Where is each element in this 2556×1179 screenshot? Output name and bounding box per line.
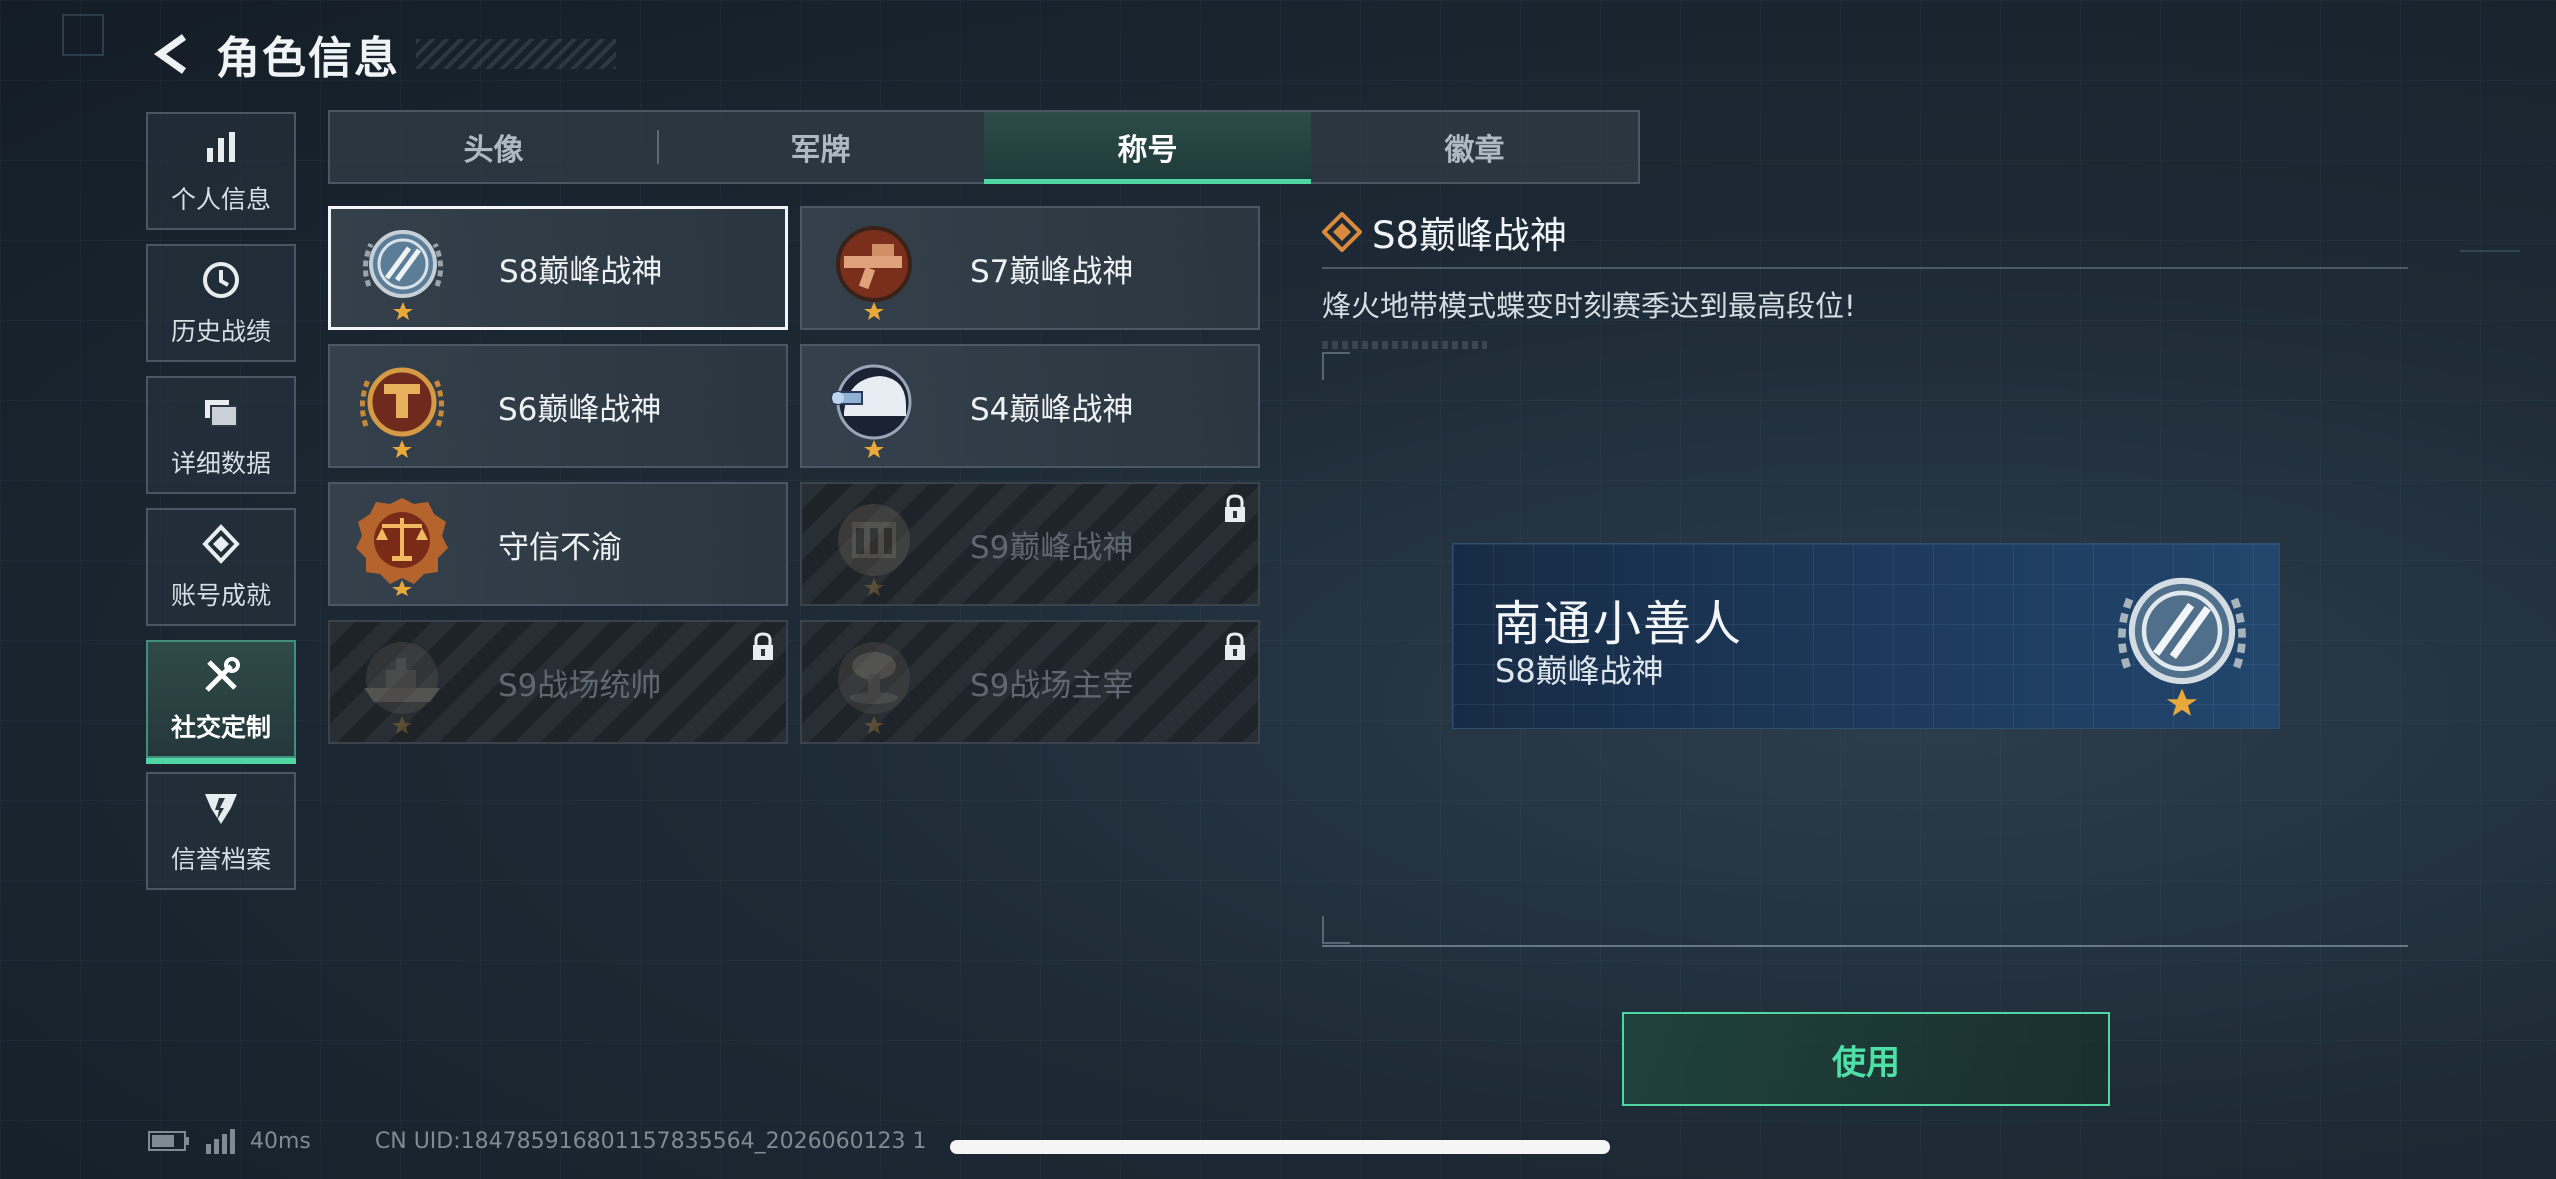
title-label: S6巅峰战神 [498,391,662,428]
title-label: S9巅峰战神 [970,529,1134,566]
title-stripe-decoration [416,39,616,69]
tools-icon [199,654,243,698]
frame-corner [1322,916,1350,944]
title-card-s7[interactable]: S7巅峰战神 [800,206,1260,330]
ship-medal-icon [364,642,440,734]
detail-description: 烽火地带模式蝶变时刻赛季达到最高段位! [1322,289,1856,323]
s7-medal-icon [836,226,912,320]
folders-icon [199,390,243,434]
nav-item-achievements[interactable]: 账号成就 [146,508,296,626]
tab-dog-tag[interactable]: 军牌 [657,112,984,182]
lock-icon [753,632,773,660]
nav-label: 个人信息 [170,185,271,214]
title-label: S9战场统帅 [498,667,662,704]
bar-chart-icon [199,126,243,170]
title-card-keep-faith[interactable]: 守信不渝 [328,482,788,606]
title-detail-panel: S8巅峰战神 烽火地带模式蝶变时刻赛季达到最高段位! [1322,205,2408,349]
status-bar: 40ms CN UID:184785916801157835564_202606… [148,1128,927,1154]
nav-item-detailed-data[interactable]: 详细数据 [146,376,296,494]
s6-medal-icon [360,367,444,458]
nameplate-title: S8巅峰战神 [1495,652,1664,690]
s4-medal-icon [831,364,912,458]
nav-item-profile[interactable]: 个人信息 [146,112,296,230]
diamond-icon [1322,212,1362,252]
lock-icon [1225,632,1245,660]
use-button[interactable]: 使用 [1622,1012,2110,1106]
s8-medal-icon [363,230,443,320]
clock-icon [199,258,243,302]
nav-item-social-customization[interactable]: 社交定制 [146,640,296,764]
lock-icon [1225,494,1245,522]
detail-subtext-decoration [1322,341,1487,349]
title-label: S8巅峰战神 [499,253,663,290]
nav-item-history[interactable]: 历史战绩 [146,244,296,362]
uid-text: CN UID:184785916801157835564_2026060123 … [374,1128,927,1154]
left-nav: 个人信息 历史战绩 详细数据 账号成就 社交定制 信誉档案 [146,112,296,904]
title-card-s8[interactable]: S8巅峰战神 [328,206,788,330]
nav-label: 详细数据 [170,449,271,478]
nameplate-preview: 南通小善人 S8巅峰战神 [1452,543,2280,729]
tab-title[interactable]: 称号 [984,112,1311,184]
title-grid: S8巅峰战神 S7巅峰战神 S6巅峰战神 S4巅峰战神 守信不渝 S9巅峰战神 … [328,206,1260,744]
frame-corner [1322,352,1350,380]
nav-label: 社交定制 [170,713,271,742]
explosion-medal-icon [838,642,910,734]
detail-title: S8巅峰战神 [1372,214,1568,257]
customization-tabs: 头像 军牌 称号 徽章 [328,110,1640,184]
title-card-s9-dominator[interactable]: S9战场主宰 [800,620,1260,744]
corner-decoration [62,14,104,56]
nav-label: 信誉档案 [170,845,271,874]
title-label: S7巅峰战神 [970,253,1134,290]
battery-icon [148,1131,189,1151]
title-label: S4巅峰战神 [970,391,1134,428]
nav-item-credit-file[interactable]: 信誉档案 [146,772,296,890]
s9-medal-icon [838,504,910,596]
ping-readout: 40ms [250,1128,311,1154]
nav-label: 账号成就 [170,581,271,610]
page-title: 角色信息 [216,33,400,84]
tab-badge[interactable]: 徽章 [1311,112,1638,182]
title-card-s6[interactable]: S6巅峰战神 [328,344,788,468]
nav-label: 历史战绩 [170,317,271,346]
title-card-s9[interactable]: S9巅峰战神 [800,482,1260,606]
tab-avatar[interactable]: 头像 [330,112,657,182]
home-indicator[interactable] [950,1140,1610,1154]
s8-medal-icon [2118,577,2246,716]
back-arrow-icon[interactable] [148,29,198,79]
divider [1322,267,2408,269]
scales-medal-icon [356,498,448,596]
title-card-s9-commander[interactable]: S9战场统帅 [328,620,788,744]
corner-decoration [2460,250,2520,252]
detail-header: S8巅峰战神 [1322,205,2408,259]
credit-icon [199,786,243,830]
title-label: S9战场主宰 [970,667,1134,704]
signal-icon [206,1129,235,1154]
player-name: 南通小善人 [1493,596,1744,652]
divider [1322,945,2408,947]
achievement-icon [199,522,243,566]
title-card-s4[interactable]: S4巅峰战神 [800,344,1260,468]
page-header: 角色信息 [148,22,616,86]
title-label: 守信不渝 [498,529,622,566]
